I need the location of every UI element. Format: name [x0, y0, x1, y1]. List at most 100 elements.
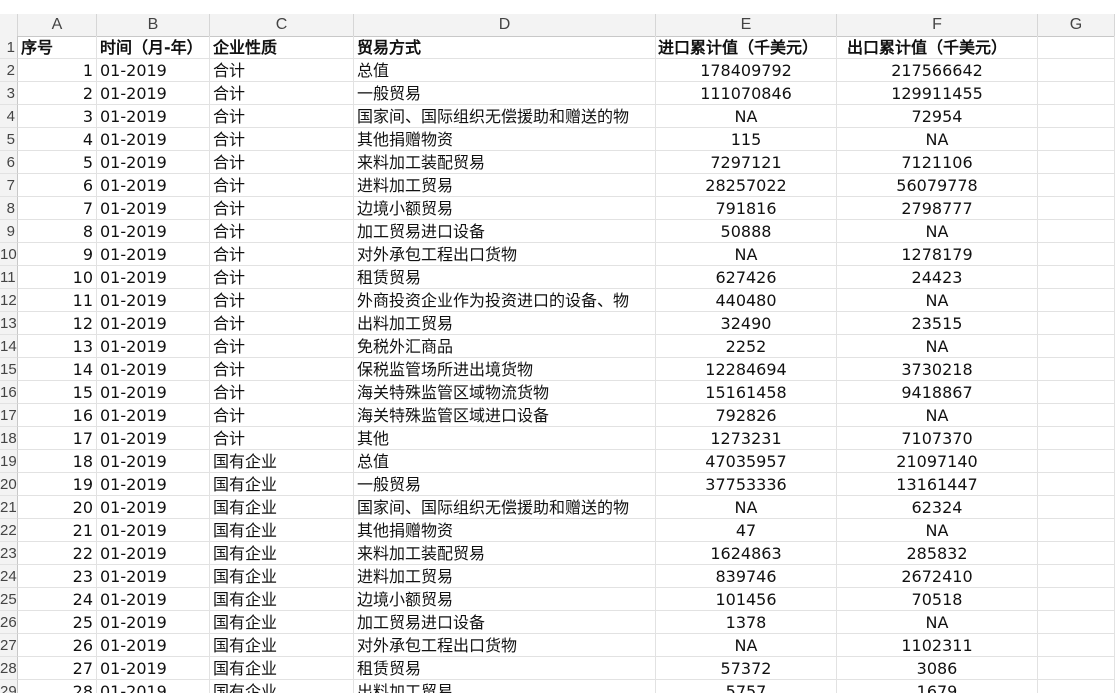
cell-import[interactable]: 28257022	[656, 174, 837, 197]
cell-time[interactable]: 01-2019	[97, 473, 210, 496]
cell-seq[interactable]: 21	[18, 519, 97, 542]
header-cell-time[interactable]: 时间（月-年）	[97, 36, 210, 59]
cell-trade[interactable]: 总值	[354, 450, 656, 473]
empty-cell[interactable]	[1038, 335, 1115, 358]
cell-import[interactable]: 5757	[656, 680, 837, 693]
cell-time[interactable]: 01-2019	[97, 427, 210, 450]
cell-seq[interactable]: 27	[18, 657, 97, 680]
row-number[interactable]: 3	[0, 82, 18, 105]
empty-cell[interactable]	[1038, 358, 1115, 381]
cell-time[interactable]: 01-2019	[97, 611, 210, 634]
cell-nature[interactable]: 国有企业	[210, 680, 354, 693]
cell-export[interactable]: NA	[837, 404, 1038, 427]
cell-export[interactable]: 56079778	[837, 174, 1038, 197]
cell-seq[interactable]: 8	[18, 220, 97, 243]
cell-time[interactable]: 01-2019	[97, 266, 210, 289]
cell-nature[interactable]: 国有企业	[210, 588, 354, 611]
row-number[interactable]: 21	[0, 496, 18, 519]
cell-time[interactable]: 01-2019	[97, 542, 210, 565]
cell-trade[interactable]: 来料加工装配贸易	[354, 542, 656, 565]
cell-time[interactable]: 01-2019	[97, 59, 210, 82]
row-number[interactable]: 11	[0, 266, 18, 289]
cell-trade[interactable]: 外商投资企业作为投资进口的设备、物	[354, 289, 656, 312]
row-number[interactable]: 26	[0, 611, 18, 634]
empty-cell[interactable]	[1038, 174, 1115, 197]
cell-nature[interactable]: 合计	[210, 174, 354, 197]
cell-nature[interactable]: 合计	[210, 404, 354, 427]
cell-time[interactable]: 01-2019	[97, 220, 210, 243]
cell-trade[interactable]: 进料加工贸易	[354, 565, 656, 588]
cell-nature[interactable]: 合计	[210, 427, 354, 450]
header-cell-export[interactable]: 出口累计值（千美元）	[837, 36, 1038, 59]
cell-trade[interactable]: 一般贸易	[354, 82, 656, 105]
cell-nature[interactable]: 合计	[210, 243, 354, 266]
row-number[interactable]: 13	[0, 312, 18, 335]
row-number[interactable]: 29	[0, 680, 18, 693]
select-all-corner[interactable]	[0, 14, 18, 36]
row-number[interactable]: 5	[0, 128, 18, 151]
row-number[interactable]: 25	[0, 588, 18, 611]
cell-time[interactable]: 01-2019	[97, 289, 210, 312]
cell-import[interactable]: NA	[656, 105, 837, 128]
cell-import[interactable]: 839746	[656, 565, 837, 588]
column-header-c[interactable]: C	[210, 14, 354, 36]
cell-import[interactable]: 101456	[656, 588, 837, 611]
cell-nature[interactable]: 合计	[210, 151, 354, 174]
cell-time[interactable]: 01-2019	[97, 381, 210, 404]
row-number[interactable]: 15	[0, 358, 18, 381]
header-cell-import[interactable]: 进口累计值（千美元）	[656, 36, 837, 59]
cell-export[interactable]: 1278179	[837, 243, 1038, 266]
cell-time[interactable]: 01-2019	[97, 335, 210, 358]
cell-time[interactable]: 01-2019	[97, 82, 210, 105]
cell-nature[interactable]: 国有企业	[210, 611, 354, 634]
cell-time[interactable]: 01-2019	[97, 657, 210, 680]
header-cell-trade[interactable]: 贸易方式	[354, 36, 656, 59]
empty-cell[interactable]	[1038, 105, 1115, 128]
cell-nature[interactable]: 国有企业	[210, 634, 354, 657]
cell-trade[interactable]: 来料加工装配贸易	[354, 151, 656, 174]
cell-trade[interactable]: 租赁贸易	[354, 266, 656, 289]
cell-export[interactable]: 7121106	[837, 151, 1038, 174]
cell-seq[interactable]: 16	[18, 404, 97, 427]
cell-export[interactable]: 13161447	[837, 473, 1038, 496]
cell-seq[interactable]: 17	[18, 427, 97, 450]
cell-time[interactable]: 01-2019	[97, 312, 210, 335]
cell-export[interactable]: 3086	[837, 657, 1038, 680]
cell-nature[interactable]: 合计	[210, 358, 354, 381]
empty-cell[interactable]	[1038, 565, 1115, 588]
cell-export[interactable]: NA	[837, 289, 1038, 312]
cell-export[interactable]: NA	[837, 519, 1038, 542]
row-number[interactable]: 12	[0, 289, 18, 312]
empty-cell[interactable]	[1038, 381, 1115, 404]
cell-time[interactable]: 01-2019	[97, 105, 210, 128]
row-number[interactable]: 23	[0, 542, 18, 565]
cell-export[interactable]: 2798777	[837, 197, 1038, 220]
cell-trade[interactable]: 一般贸易	[354, 473, 656, 496]
cell-export[interactable]: 23515	[837, 312, 1038, 335]
cell-export[interactable]: 1679	[837, 680, 1038, 693]
cell-seq[interactable]: 15	[18, 381, 97, 404]
cell-import[interactable]: 1624863	[656, 542, 837, 565]
cell-trade[interactable]: 海关特殊监管区域物流货物	[354, 381, 656, 404]
cell-seq[interactable]: 1	[18, 59, 97, 82]
cell-trade[interactable]: 对外承包工程出口货物	[354, 243, 656, 266]
cell-seq[interactable]: 19	[18, 473, 97, 496]
empty-cell[interactable]	[1038, 496, 1115, 519]
cell-nature[interactable]: 合计	[210, 128, 354, 151]
cell-import[interactable]: 15161458	[656, 381, 837, 404]
cell-nature[interactable]: 国有企业	[210, 519, 354, 542]
row-number[interactable]: 9	[0, 220, 18, 243]
cell-seq[interactable]: 4	[18, 128, 97, 151]
cell-trade[interactable]: 保税监管场所进出境货物	[354, 358, 656, 381]
empty-cell[interactable]	[1038, 243, 1115, 266]
cell-export[interactable]: 1102311	[837, 634, 1038, 657]
cell-seq[interactable]: 24	[18, 588, 97, 611]
cell-import[interactable]: 791816	[656, 197, 837, 220]
cell-nature[interactable]: 合计	[210, 220, 354, 243]
cell-trade[interactable]: 进料加工贸易	[354, 174, 656, 197]
cell-time[interactable]: 01-2019	[97, 404, 210, 427]
cell-nature[interactable]: 合计	[210, 197, 354, 220]
cell-seq[interactable]: 6	[18, 174, 97, 197]
cell-time[interactable]: 01-2019	[97, 588, 210, 611]
cell-import[interactable]: 440480	[656, 289, 837, 312]
